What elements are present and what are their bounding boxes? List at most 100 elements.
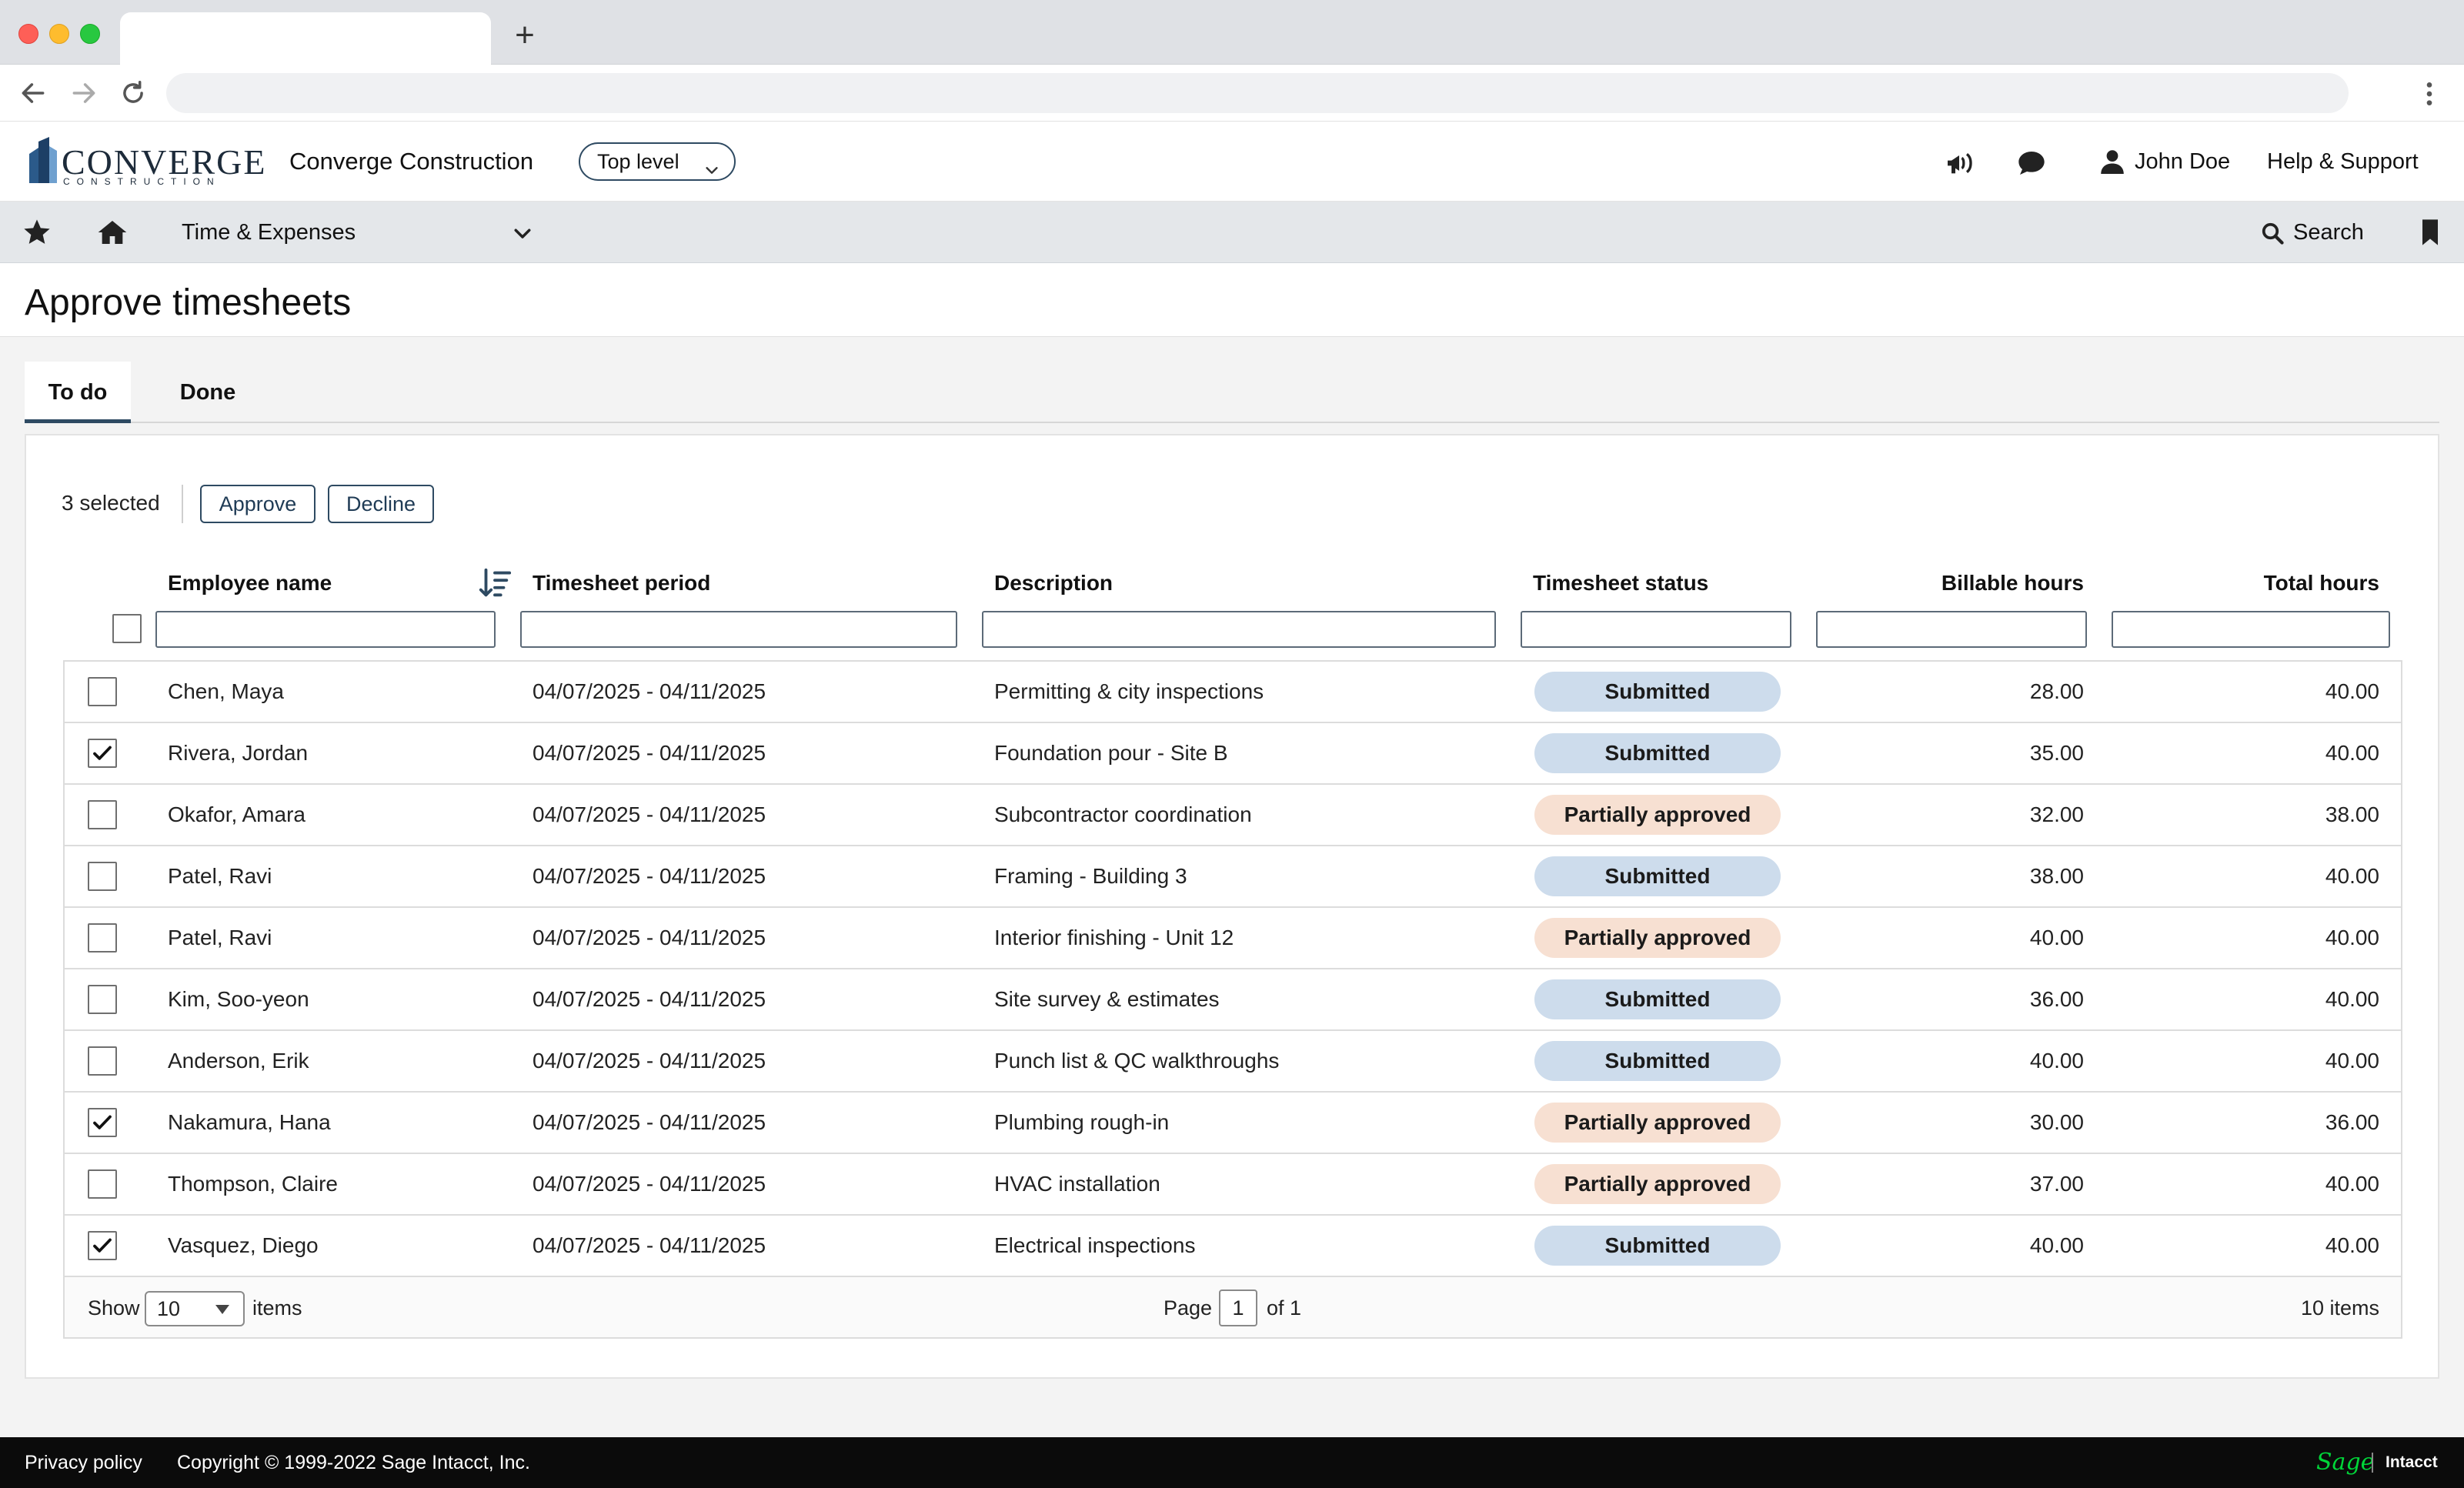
divider [182, 485, 183, 523]
approve-button[interactable]: Approve [200, 485, 316, 523]
new-tab-button[interactable]: + [509, 18, 540, 52]
privacy-policy-link[interactable]: Privacy policy [25, 1437, 142, 1488]
status-badge: Submitted [1534, 672, 1781, 712]
help-support-link[interactable]: Help & Support [2267, 143, 2419, 180]
company-logo[interactable]: CONVERGE CONSTRUCTION [28, 137, 266, 187]
window-zoom-button[interactable] [80, 24, 100, 44]
home-icon[interactable] [97, 217, 128, 248]
table-row[interactable]: Vasquez, Diego 04/07/2025 - 04/11/2025 Ele… [65, 1216, 2401, 1277]
status-badge: Partially approved [1534, 795, 1781, 835]
column-header-timesheet-period[interactable]: Timesheet period [533, 565, 710, 602]
total-hours-cell: 40.00 [2325, 926, 2379, 949]
select-all-checkbox[interactable] [112, 614, 142, 643]
total-items: 10 items [2300, 1296, 2379, 1320]
company-name: Converge Construction [289, 148, 534, 175]
billable-hours-cell: 28.00 [2029, 679, 2084, 703]
status-badge: Submitted [1534, 733, 1781, 773]
billable-hours-cell: 40.00 [2029, 1049, 2084, 1073]
row-checkbox[interactable] [88, 1108, 117, 1137]
column-header-employee-name[interactable]: Employee name [168, 565, 332, 602]
chevron-down-icon[interactable] [511, 222, 534, 245]
address-bar[interactable] [166, 73, 2349, 113]
description-cell: Plumbing rough-in [994, 1110, 1170, 1134]
total-hours-cell: 40.00 [2325, 1172, 2379, 1196]
table-row[interactable]: Nakamura, Hana 04/07/2025 - 04/11/2025 Plu… [65, 1093, 2401, 1154]
table-row[interactable]: Okafor, Amara 04/07/2025 - 04/11/2025 Subc… [65, 785, 2401, 846]
description-cell: Interior finishing - Unit 12 [994, 926, 1234, 949]
sort-desc-icon[interactable] [477, 565, 512, 602]
table-row[interactable]: Rivera, Jordan 04/07/2025 - 04/11/2025 Fou… [65, 723, 2401, 785]
description-cell: Site survey & estimates [994, 987, 1220, 1011]
timesheet-period-cell: 04/07/2025 - 04/11/2025 [533, 864, 766, 888]
table-row[interactable]: Patel, Ravi 04/07/2025 - 04/11/2025 Framin… [65, 846, 2401, 908]
row-checkbox[interactable] [88, 1169, 117, 1199]
module-selector[interactable]: Time & Expenses [182, 214, 356, 251]
status-badge: Submitted [1534, 1041, 1781, 1081]
column-header-timesheet-status[interactable]: Timesheet status [1533, 565, 1708, 602]
back-icon[interactable] [18, 78, 48, 108]
browser-tab[interactable] [120, 12, 491, 65]
table-row[interactable]: Anderson, Erik 04/07/2025 - 04/11/2025 Pun… [65, 1031, 2401, 1093]
browser-toolbar [0, 65, 2464, 122]
timesheet-period-cell: 04/07/2025 - 04/11/2025 [533, 926, 766, 949]
column-header-description[interactable]: Description [994, 565, 1113, 602]
tab-done[interactable]: Done [131, 362, 285, 423]
total-hours-cell: 40.00 [2325, 1233, 2379, 1257]
filter-timesheet-status[interactable] [1521, 611, 1791, 648]
row-checkbox[interactable] [88, 800, 117, 829]
star-icon[interactable] [22, 217, 52, 248]
tab-bar: To do Done [25, 362, 2439, 423]
table-row[interactable]: Patel, Ravi 04/07/2025 - 04/11/2025 Interi… [65, 908, 2401, 969]
tab-to-do[interactable]: To do [25, 362, 131, 423]
filter-description[interactable] [982, 611, 1496, 648]
megaphone-icon[interactable] [1944, 148, 1975, 178]
filter-timesheet-period[interactable] [520, 611, 957, 648]
billable-hours-cell: 37.00 [2029, 1172, 2084, 1196]
column-header-total-hours[interactable]: Total hours [2264, 565, 2379, 602]
row-checkbox[interactable] [88, 677, 117, 706]
row-checkbox[interactable] [88, 1231, 117, 1260]
bookmark-icon[interactable] [2415, 217, 2446, 248]
row-checkbox[interactable] [88, 739, 117, 768]
items-label: items [252, 1296, 302, 1320]
total-hours-cell: 40.00 [2325, 741, 2379, 765]
column-header-billable-hours[interactable]: Billable hours [1941, 565, 2084, 602]
reload-icon[interactable] [119, 78, 148, 108]
timesheet-period-cell: 04/07/2025 - 04/11/2025 [533, 1233, 766, 1257]
page-title: Approve timesheets [25, 282, 352, 323]
employee-name-cell: Patel, Ravi [168, 926, 272, 949]
decline-button[interactable]: Decline [328, 485, 434, 523]
forward-icon[interactable] [69, 78, 98, 108]
more-vert-icon[interactable] [2418, 78, 2441, 109]
employee-name-cell: Anderson, Erik [168, 1049, 309, 1073]
window-minimize-button[interactable] [49, 24, 69, 44]
row-checkbox[interactable] [88, 923, 117, 953]
employee-name-cell: Chen, Maya [168, 679, 284, 703]
employee-name-cell: Kim, Soo-yeon [168, 987, 309, 1011]
window-close-button[interactable] [18, 24, 38, 44]
row-checkbox[interactable] [88, 1046, 117, 1076]
entity-level-value: Top level [597, 150, 679, 173]
billable-hours-cell: 32.00 [2029, 802, 2084, 826]
selected-count: 3 selected [62, 491, 160, 515]
filter-employee-name[interactable] [155, 611, 496, 648]
chat-icon[interactable] [2016, 148, 2047, 178]
description-cell: Punch list & QC walkthroughs [994, 1049, 1280, 1073]
table-row[interactable]: Thompson, Claire 04/07/2025 - 04/11/2025 H… [65, 1154, 2401, 1216]
page-size-select[interactable]: 10 [145, 1291, 245, 1326]
billable-hours-cell: 35.00 [2029, 741, 2084, 765]
entity-level-select[interactable]: Top level [579, 142, 736, 181]
row-checkbox[interactable] [88, 985, 117, 1014]
filter-billable-hours[interactable] [1816, 611, 2087, 648]
filter-total-hours[interactable] [2112, 611, 2390, 648]
row-checkbox[interactable] [88, 862, 117, 891]
status-badge: Submitted [1534, 979, 1781, 1019]
page-number-input[interactable]: 1 [1219, 1289, 1257, 1326]
total-hours-cell: 38.00 [2325, 802, 2379, 826]
status-badge: Partially approved [1534, 918, 1781, 958]
module-nav-bar: Time & Expenses Search [0, 202, 2464, 263]
employee-name-cell: Patel, Ravi [168, 864, 272, 888]
table-row[interactable]: Chen, Maya 04/07/2025 - 04/11/2025 Permitt… [65, 662, 2401, 723]
table-row[interactable]: Kim, Soo-yeon 04/07/2025 - 04/11/2025 Site… [65, 969, 2401, 1031]
search-icon [2261, 222, 2284, 245]
